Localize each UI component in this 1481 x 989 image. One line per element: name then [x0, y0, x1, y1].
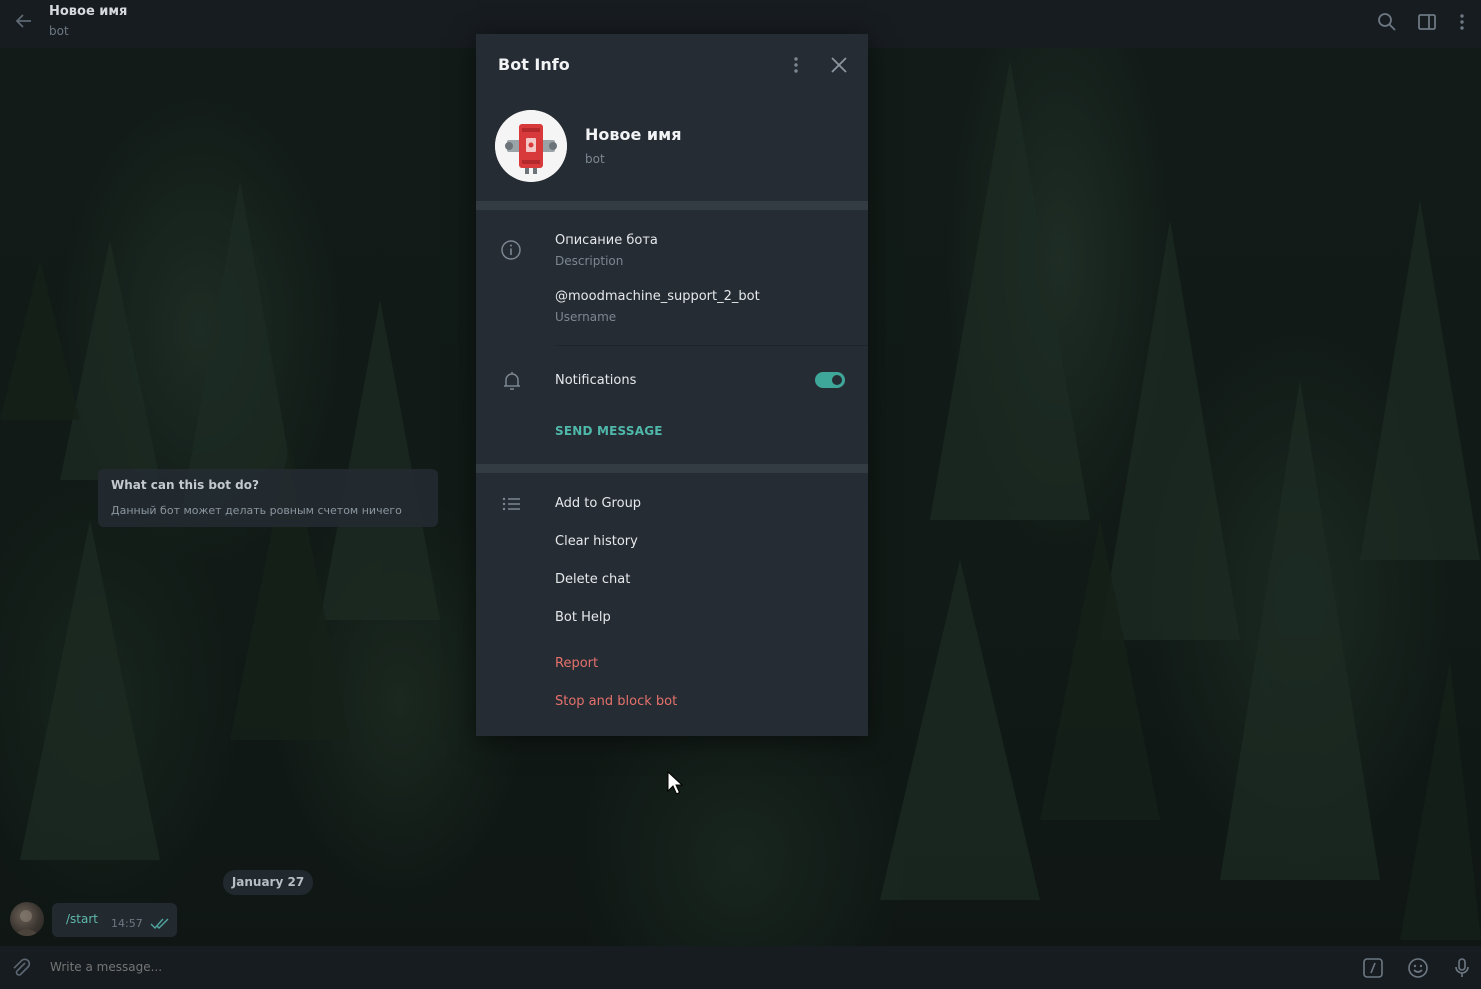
- robot-icon: [495, 110, 567, 182]
- sidebar-toggle-icon[interactable]: [1417, 12, 1437, 32]
- bot-command-icon[interactable]: [1362, 957, 1384, 979]
- back-arrow-icon[interactable]: [14, 11, 34, 31]
- message-composer: [0, 946, 1481, 989]
- message-input[interactable]: [50, 960, 650, 974]
- section-divider: [476, 201, 868, 210]
- delete-chat-button[interactable]: Delete chat: [555, 572, 630, 587]
- divider: [555, 345, 868, 346]
- section-divider: [476, 464, 868, 473]
- description-value[interactable]: Описание бота: [555, 233, 658, 248]
- bot-intro-text: Данный бот может делать ровным счетом ни…: [111, 504, 402, 517]
- attach-icon[interactable]: [10, 957, 32, 979]
- add-to-group-button[interactable]: Add to Group: [555, 496, 641, 511]
- bot-intro-title: What can this bot do?: [111, 478, 259, 492]
- mouse-cursor-icon: [667, 771, 683, 795]
- bot-help-button[interactable]: Bot Help: [555, 610, 611, 625]
- more-vertical-icon[interactable]: [786, 54, 806, 76]
- message-time: 14:57: [111, 917, 143, 930]
- more-vertical-icon[interactable]: [1452, 12, 1472, 32]
- bot-info-dialog: Bot Info Новое имя bot Описание бота Des: [476, 34, 868, 736]
- toggle-knob: [830, 373, 844, 387]
- info-icon: [501, 240, 521, 260]
- double-check-icon: [150, 918, 169, 930]
- bot-intro-card: What can this bot do? Данный бот может д…: [98, 469, 438, 527]
- chat-subtitle: bot: [49, 24, 69, 38]
- bell-icon: [504, 372, 520, 390]
- microphone-icon[interactable]: [1451, 957, 1473, 979]
- clear-history-button[interactable]: Clear history: [555, 534, 638, 549]
- notifications-toggle[interactable]: [815, 372, 845, 388]
- send-message-button[interactable]: SEND MESSAGE: [555, 424, 663, 438]
- description-label: Description: [555, 254, 624, 268]
- bot-name: Новое имя: [585, 125, 682, 144]
- bot-avatar[interactable]: [495, 110, 567, 182]
- message-text[interactable]: /start: [66, 912, 98, 926]
- username-label: Username: [555, 310, 617, 324]
- emoji-icon[interactable]: [1407, 957, 1429, 979]
- list-icon: [502, 497, 520, 511]
- chat-title[interactable]: Новое имя: [49, 4, 127, 19]
- notifications-label: Notifications: [555, 373, 637, 388]
- avatar[interactable]: [10, 902, 44, 936]
- username-value[interactable]: @moodmachine_support_2_bot: [555, 289, 760, 304]
- report-button[interactable]: Report: [555, 656, 598, 671]
- avatar-photo: [14, 910, 40, 936]
- message-bubble[interactable]: /start 14:57: [52, 903, 177, 937]
- stop-and-block-bot-button[interactable]: Stop and block bot: [555, 694, 677, 709]
- dialog-title: Bot Info: [498, 55, 570, 74]
- search-icon[interactable]: [1377, 12, 1397, 32]
- close-icon[interactable]: [828, 54, 850, 76]
- date-separator: January 27: [223, 870, 313, 895]
- bot-type: bot: [585, 152, 605, 166]
